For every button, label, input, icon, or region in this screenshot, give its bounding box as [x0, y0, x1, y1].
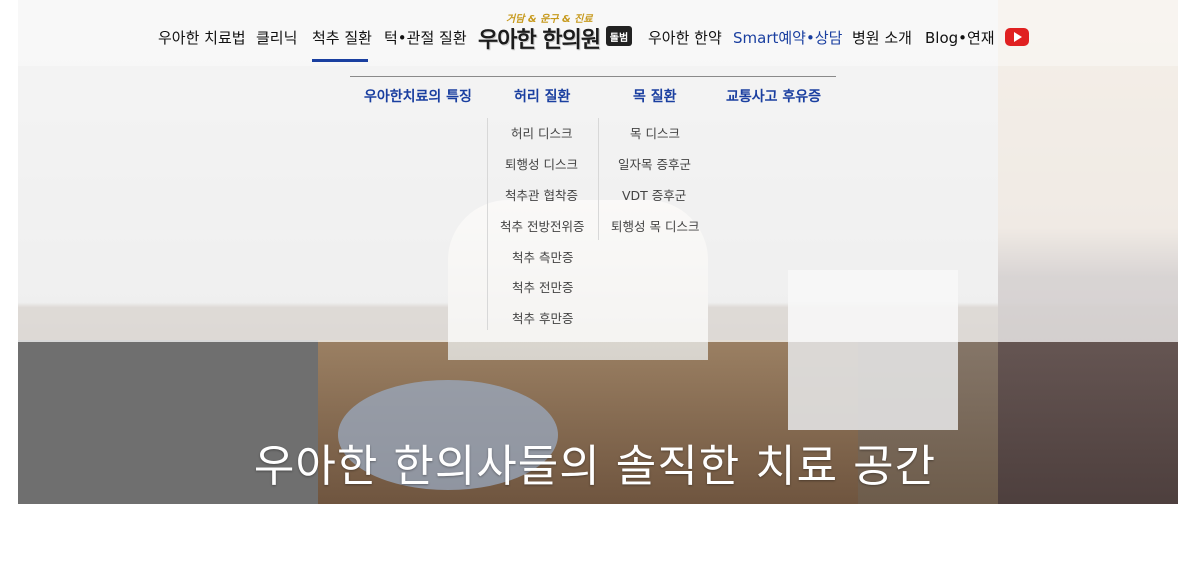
- active-nav-underline: [312, 59, 368, 62]
- logo-badge: 돌범: [606, 26, 632, 46]
- dropdown-divider: [350, 76, 836, 77]
- submenu-item-waist-disc[interactable]: 허리 디스크: [511, 123, 572, 142]
- nav-item-herbal[interactable]: 우아한 한약: [648, 27, 722, 48]
- submenu-item-vdt[interactable]: VDT 증후군: [622, 185, 686, 204]
- nav-item-treatment[interactable]: 우아한 치료법: [158, 27, 246, 48]
- submenu-item-neck-disc[interactable]: 목 디스크: [630, 123, 680, 142]
- hero-caption: 우아한 한의사들의 솔직한 치료 공간: [253, 441, 937, 492]
- logo-name: 우아한 한의원: [478, 28, 601, 53]
- nav-item-jaw-joint[interactable]: 턱•관절 질환: [384, 27, 467, 48]
- submenu-features[interactable]: 우아한치료의 특징: [364, 86, 472, 106]
- submenu-item-straight-neck[interactable]: 일자목 증후군: [618, 154, 691, 173]
- logo[interactable]: 거담 & 운구 & 진료 우아한 한의원 돌범: [478, 10, 633, 54]
- youtube-icon[interactable]: [1005, 28, 1029, 46]
- submenu-waist[interactable]: 허리 질환: [514, 86, 570, 106]
- nav-item-about[interactable]: 병원 소개: [852, 27, 912, 48]
- submenu-item-scoliosis[interactable]: 척추 측만증: [512, 247, 573, 266]
- submenu-item-degenerative-neck-disc[interactable]: 퇴행성 목 디스크: [611, 216, 699, 235]
- submenu-neck[interactable]: 목 질환: [633, 86, 677, 106]
- submenu-item-spondylolisthesis[interactable]: 척추 전방전위증: [500, 216, 584, 235]
- submenu-divider-left: [487, 118, 488, 330]
- submenu-item-lordosis[interactable]: 척추 전만증: [512, 277, 573, 296]
- submenu-accident[interactable]: 교통사고 후유증: [726, 86, 821, 106]
- submenu-item-kyphosis[interactable]: 척추 후만증: [512, 308, 573, 327]
- nav-item-blog[interactable]: Blog•연재: [925, 27, 995, 48]
- main-nav: 우아한 치료법 클리닉 척추 질환 턱•관절 질환 거담 & 운구 & 진료 우…: [0, 0, 1201, 66]
- nav-item-clinic[interactable]: 클리닉: [256, 27, 297, 48]
- submenu-item-stenosis[interactable]: 척추관 협착증: [505, 185, 578, 204]
- nav-item-reservation[interactable]: Smart예약•상담: [733, 27, 842, 48]
- submenu-item-degenerative-disc[interactable]: 퇴행성 디스크: [505, 154, 578, 173]
- submenu-divider-mid: [598, 118, 599, 240]
- nav-item-spine[interactable]: 척추 질환: [312, 27, 372, 48]
